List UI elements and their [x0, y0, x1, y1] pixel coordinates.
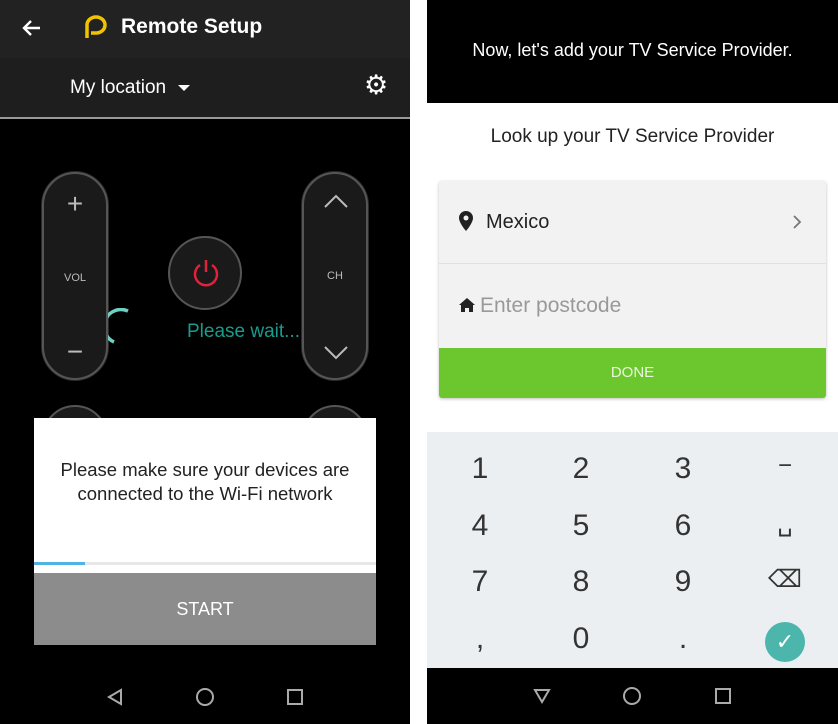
space-key[interactable]: ␣	[735, 509, 835, 538]
loading-text: Please wait...	[187, 321, 300, 342]
postcode-placeholder: Enter postcode	[480, 294, 622, 317]
system-nav-bar	[427, 668, 838, 724]
key-6[interactable]: 6	[633, 509, 733, 543]
power-button[interactable]	[168, 236, 242, 310]
arrow-left-icon[interactable]	[20, 16, 44, 40]
key-5[interactable]: 5	[531, 509, 631, 543]
country-selector[interactable]: Mexico	[439, 181, 826, 264]
channel-up-button[interactable]	[324, 194, 348, 208]
back-nav-icon[interactable]	[106, 688, 124, 706]
recents-nav-icon[interactable]	[286, 688, 304, 706]
gear-icon[interactable]: ⚙	[364, 72, 388, 99]
key-7[interactable]: 7	[430, 565, 530, 599]
home-icon	[459, 298, 475, 312]
p-logo-icon	[85, 15, 107, 38]
country-value: Mexico	[486, 211, 550, 233]
key-4[interactable]: 4	[430, 509, 530, 543]
numeric-keyboard: 1 2 3− 4 5 6 ␣ 7 8 9 ⌫, 0. ✓	[427, 432, 838, 668]
home-nav-icon[interactable]	[195, 687, 215, 707]
key-1[interactable]: 1	[430, 452, 530, 486]
backspace-key[interactable]: ⌫	[735, 565, 835, 594]
start-button[interactable]: START	[34, 573, 376, 645]
key-2[interactable]: 2	[531, 452, 631, 486]
ch-label: CH	[327, 270, 343, 282]
loading-spinner-icon	[108, 308, 129, 344]
location-dropdown[interactable]: My location	[70, 77, 191, 99]
lookup-card: Mexico Enter postcode DONE	[439, 181, 826, 398]
channel-down-button[interactable]	[324, 346, 348, 360]
banner-text: Now, let's add your TV Service Provider.	[427, 0, 838, 103]
remote-setup-screen: Remote Setup My location ⚙ + VOL − CH Pl…	[0, 0, 410, 724]
location-label: My location	[70, 77, 167, 98]
home-nav-icon[interactable]	[622, 686, 642, 706]
key-3[interactable]: 3	[633, 452, 733, 486]
volume-rocker: + VOL −	[42, 172, 108, 380]
system-nav-bar	[0, 670, 410, 724]
app-header: Remote Setup	[0, 0, 410, 58]
done-button[interactable]: DONE	[439, 348, 826, 398]
chevron-right-icon	[793, 215, 802, 229]
lookup-title: Look up your TV Service Provider	[490, 126, 775, 147]
postcode-input[interactable]: Enter postcode	[439, 265, 826, 348]
back-nav-icon[interactable]	[533, 688, 551, 704]
key-0[interactable]: 0	[531, 622, 631, 656]
check-icon: ✓	[765, 622, 805, 662]
period-key[interactable]: .	[633, 622, 733, 656]
recents-nav-icon[interactable]	[714, 687, 732, 705]
vol-label: VOL	[63, 272, 86, 284]
key-8[interactable]: 8	[531, 565, 631, 599]
page-title: Remote Setup	[121, 15, 263, 38]
power-icon	[193, 260, 219, 287]
minus-key[interactable]: −	[735, 452, 835, 480]
location-bar: My location ⚙	[0, 58, 410, 119]
volume-up-button[interactable]: +	[44, 188, 106, 220]
dialog-message: Please make sure your devices are connec…	[60, 459, 350, 504]
caret-down-icon	[178, 85, 191, 91]
location-pin-icon	[459, 211, 473, 231]
channel-rocker: CH	[302, 172, 368, 380]
volume-down-button[interactable]: −	[44, 336, 106, 368]
wifi-dialog: Please make sure your devices are connec…	[34, 418, 376, 645]
enter-key[interactable]: ✓	[735, 622, 835, 662]
progress-fill	[34, 562, 86, 565]
provider-lookup-screen: Now, let's add your TV Service Provider.…	[427, 0, 838, 724]
progress-bar	[34, 562, 376, 565]
key-9[interactable]: 9	[633, 565, 733, 599]
comma-key[interactable]: ,	[430, 622, 530, 656]
